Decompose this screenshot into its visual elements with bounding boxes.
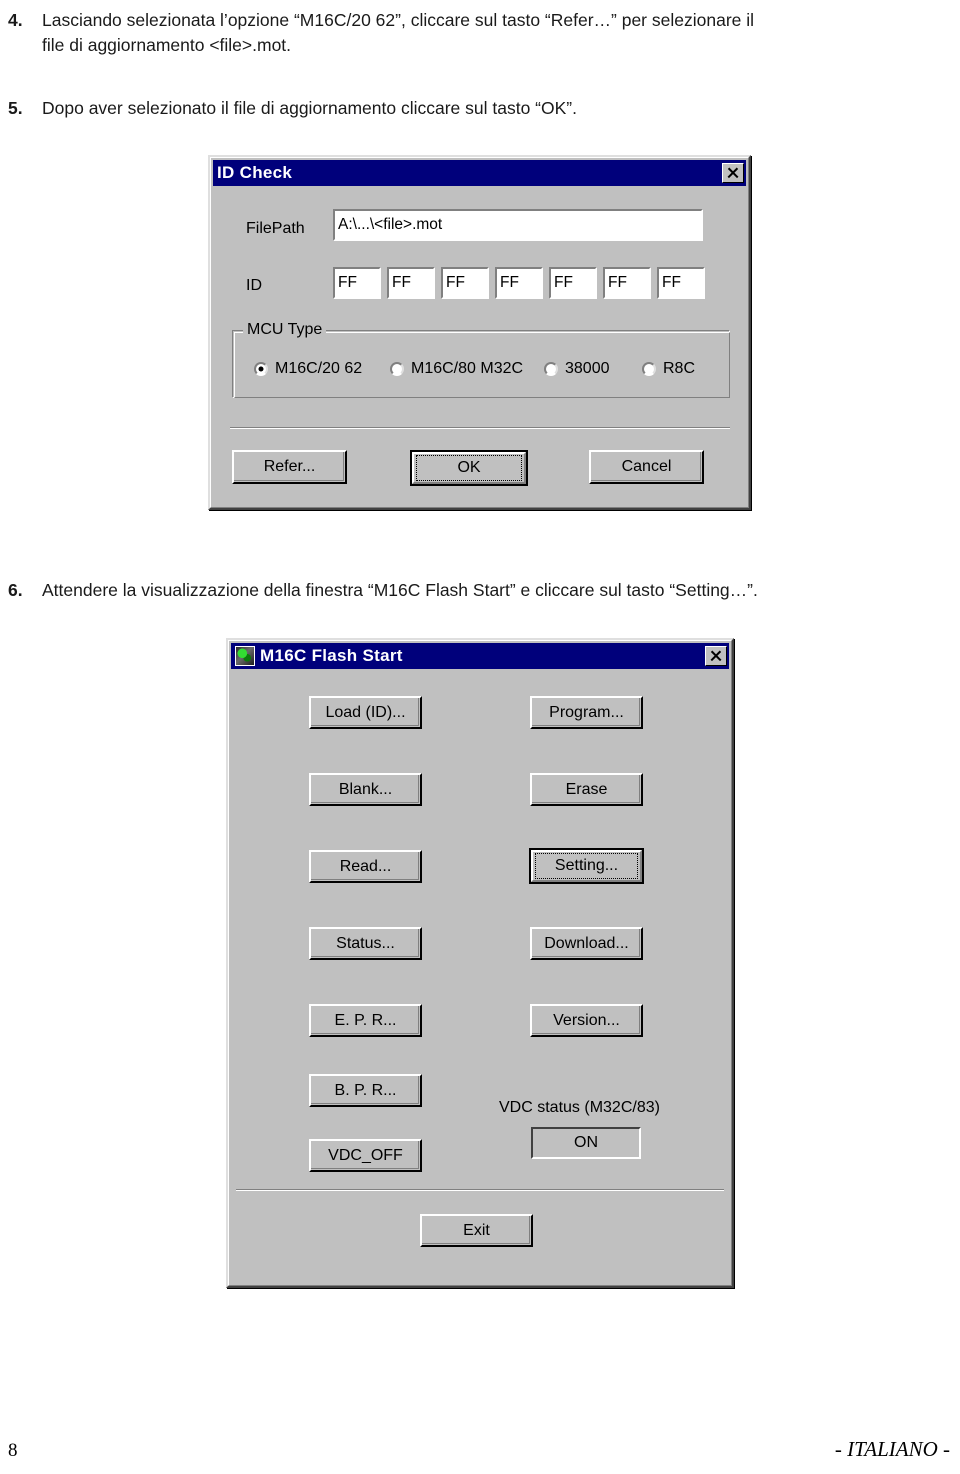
exit-button-label: Exit	[463, 1221, 490, 1239]
mcu-type-title: MCU Type	[243, 321, 327, 339]
id-check-titlebar: ID Check	[213, 160, 746, 186]
status-button[interactable]: Status...	[309, 927, 422, 960]
flash-start-titlebar: M16C Flash Start	[231, 643, 729, 669]
exit-button[interactable]: Exit	[420, 1214, 533, 1247]
setting-button-label: Setting...	[554, 857, 619, 874]
version-button[interactable]: Version...	[530, 1004, 643, 1037]
id-byte-field-2[interactable]: FF	[387, 267, 435, 299]
instruction-step-5: 5. Dopo aver selezionato il file di aggi…	[8, 96, 952, 121]
close-icon[interactable]	[722, 163, 744, 183]
id-check-dialog: ID Check FilePath A:\...\<file>.mot ID F…	[208, 155, 751, 510]
ok-button[interactable]: OK	[410, 450, 528, 486]
bpr-button-label: B. P. R...	[334, 1081, 397, 1099]
cancel-button[interactable]: Cancel	[589, 450, 704, 484]
mcu-radio-38000[interactable]: 38000	[544, 360, 610, 378]
epr-button-label: E. P. R...	[334, 1011, 397, 1029]
read-button-label: Read...	[339, 857, 392, 875]
refer-button-label: Refer...	[263, 458, 316, 475]
step-number-5: 5.	[8, 98, 23, 118]
mcu-radio-m16c20-62[interactable]: M16C/20 62	[254, 360, 362, 378]
mcu-radio-label-4: R8C	[663, 360, 696, 377]
page-number: 8	[8, 1440, 18, 1461]
load-id-button-label: Load (ID)...	[325, 703, 406, 721]
id-byte-field-7[interactable]: FF	[657, 267, 705, 299]
id-byte-field-3[interactable]: FF	[441, 267, 489, 299]
step-text-5: Dopo aver selezionato il file di aggiorn…	[42, 98, 577, 118]
id-byte-field-1[interactable]: FF	[333, 267, 381, 299]
blank-button-label: Blank...	[338, 780, 393, 798]
vdc-status-value: ON	[531, 1127, 641, 1159]
radio-dot-icon	[642, 362, 656, 376]
status-button-label: Status...	[336, 934, 395, 952]
id-label: ID	[246, 277, 262, 294]
vdc-off-button-label: VDC_OFF	[328, 1146, 403, 1164]
step-text-4-line2: file di aggiornamento <file>.mot.	[42, 35, 292, 55]
erase-button-label: Erase	[565, 780, 608, 798]
step-number-4: 4.	[8, 10, 23, 30]
epr-button[interactable]: E. P. R...	[309, 1004, 422, 1037]
mcu-radio-label-1: M16C/20 62	[275, 360, 363, 377]
read-button[interactable]: Read...	[309, 850, 422, 883]
version-button-label: Version...	[553, 1011, 620, 1029]
radio-dot-icon	[254, 362, 268, 376]
step-text-6: Attendere la visualizzazione della fines…	[42, 580, 758, 600]
program-button[interactable]: Program...	[530, 696, 643, 729]
close-icon[interactable]	[705, 646, 727, 666]
load-id-button[interactable]: Load (ID)...	[309, 696, 422, 729]
cancel-button-label: Cancel	[621, 458, 672, 475]
m16c-flash-start-window: M16C Flash Start Load (ID)... Program...…	[226, 638, 734, 1288]
flash-start-title: M16C Flash Start	[260, 646, 403, 665]
step-text-4-line1: Lasciando selezionata l’opzione “M16C/20…	[42, 10, 755, 30]
exit-row-separator	[236, 1189, 724, 1191]
mcu-radio-label-3: 38000	[565, 360, 610, 377]
ok-button-label: OK	[457, 459, 481, 476]
filepath-label: FilePath	[246, 220, 305, 237]
button-row-separator	[230, 427, 730, 429]
setting-button[interactable]: Setting...	[529, 848, 644, 884]
instruction-step-6: 6. Attendere la visualizzazione della fi…	[8, 578, 952, 603]
bpr-button[interactable]: B. P. R...	[309, 1074, 422, 1107]
download-button-label: Download...	[544, 934, 629, 952]
application-icon	[235, 646, 255, 666]
filepath-input[interactable]: A:\...\<file>.mot	[333, 209, 703, 241]
refer-button[interactable]: Refer...	[232, 450, 347, 484]
id-byte-field-4[interactable]: FF	[495, 267, 543, 299]
vdc-status-label: VDC status (M32C/83)	[499, 1099, 660, 1116]
step-number-6: 6.	[8, 580, 23, 600]
radio-dot-icon	[390, 362, 404, 376]
id-check-title: ID Check	[217, 163, 293, 182]
blank-button[interactable]: Blank...	[309, 773, 422, 806]
language-marker: - ITALIANO -	[834, 1437, 950, 1461]
radio-dot-icon	[544, 362, 558, 376]
id-byte-field-6[interactable]: FF	[603, 267, 651, 299]
vdc-off-button[interactable]: VDC_OFF	[309, 1139, 422, 1172]
id-byte-field-5[interactable]: FF	[549, 267, 597, 299]
step-text-4: Lasciando selezionata l’opzione “M16C/20…	[42, 8, 952, 58]
download-button[interactable]: Download...	[530, 927, 643, 960]
mcu-radio-label-2: M16C/80 M32C	[411, 360, 524, 377]
mcu-radio-r8c[interactable]: R8C	[642, 360, 695, 378]
erase-button[interactable]: Erase	[530, 773, 643, 806]
program-button-label: Program...	[549, 703, 624, 721]
mcu-radio-m16c80-m32c[interactable]: M16C/80 M32C	[390, 360, 523, 378]
instruction-step-4: 4. Lasciando selezionata l’opzione “M16C…	[8, 8, 952, 58]
